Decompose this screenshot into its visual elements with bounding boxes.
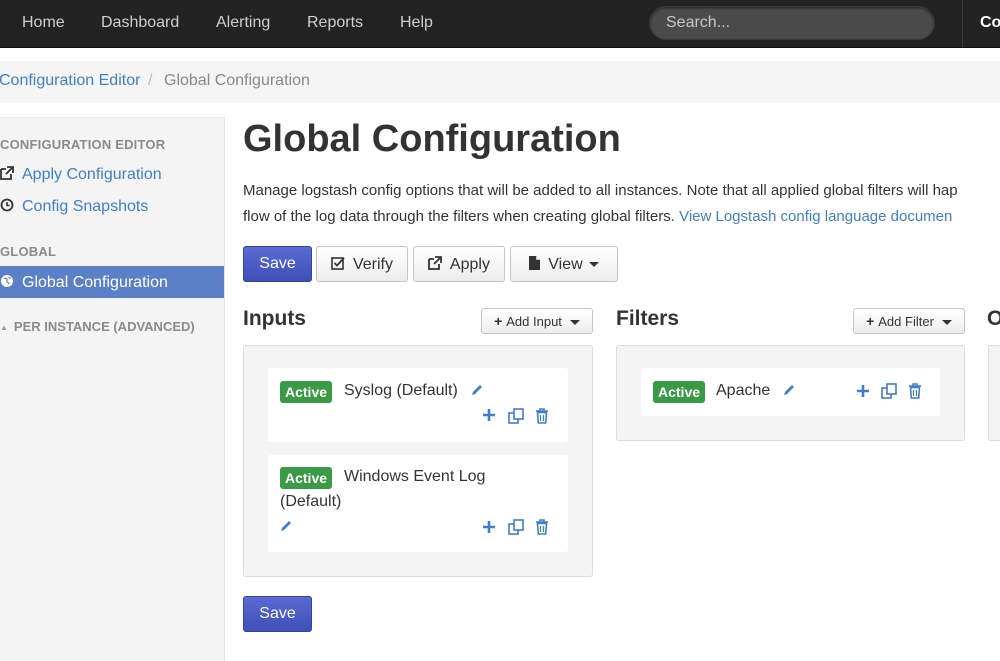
status-badge: Active <box>280 381 333 403</box>
pencil-icon[interactable] <box>279 519 293 537</box>
breadcrumb-current: Global Configuration <box>164 72 310 89</box>
sidebar-item-label: Global Configuration <box>22 274 168 291</box>
copy-icon[interactable] <box>508 519 524 540</box>
apply-button[interactable]: Apply <box>413 246 505 282</box>
nav-home[interactable]: Home <box>22 0 65 47</box>
search-input[interactable]: Search... <box>649 6 935 40</box>
plus-icon[interactable] <box>856 384 870 403</box>
sidebar-heading-global: GLOBAL <box>0 244 57 259</box>
input-card-syslog <box>268 368 568 442</box>
pencil-icon[interactable] <box>782 383 796 401</box>
page-description: Manage logstash config options that will… <box>243 178 1000 230</box>
plus-icon[interactable] <box>482 408 496 427</box>
check-square-icon <box>331 256 349 272</box>
plus-icon[interactable] <box>482 520 496 539</box>
copy-icon[interactable] <box>508 408 524 429</box>
logstash-docs-link[interactable]: View Logstash config language documen <box>679 208 952 225</box>
page-title: Global Configuration <box>243 118 621 160</box>
outputs-panel <box>988 345 1000 441</box>
clock-icon <box>0 191 22 221</box>
status-badge: Active <box>653 381 706 403</box>
nav-divider <box>962 0 963 47</box>
plus-icon: + <box>866 313 875 329</box>
external-link-icon <box>428 256 446 272</box>
chevron-down-icon <box>569 320 580 326</box>
add-input-button[interactable]: + Add Input <box>481 308 593 334</box>
external-link-icon <box>0 159 22 189</box>
filters-title: Filters <box>616 307 680 330</box>
add-filter-button[interactable]: + Add Filter <box>853 308 965 334</box>
view-dropdown-button[interactable]: View <box>510 246 618 282</box>
inputs-title: Inputs <box>243 307 306 330</box>
top-navbar: Home Dashboard Alerting Reports Help Sea… <box>0 0 1000 48</box>
save-button-bottom[interactable]: Save <box>243 596 312 632</box>
sidebar-item-label: Config Snapshots <box>22 198 149 215</box>
nav-user-menu[interactable]: Co <box>980 0 1000 47</box>
sidebar-item-label: Apply Configuration <box>22 166 162 183</box>
pencil-icon[interactable] <box>470 383 484 401</box>
description-line-2: flow of the log data through the filters… <box>243 208 953 225</box>
plugin-name: Apache <box>716 382 771 399</box>
nav-dashboard[interactable]: Dashboard <box>101 0 179 47</box>
trash-icon[interactable] <box>908 383 922 404</box>
outputs-title: O <box>987 307 1000 330</box>
plugin-name-continued: (Default) <box>280 493 342 510</box>
save-button[interactable]: Save <box>243 246 312 282</box>
verify-button[interactable]: Verify <box>316 246 408 282</box>
breadcrumb: Configuration Editor / Global Configurat… <box>0 61 1000 103</box>
globe-icon <box>0 266 22 298</box>
breadcrumb-configuration-editor[interactable]: Configuration Editor <box>0 72 140 90</box>
chevron-right-icon: ▲ <box>0 323 8 332</box>
sidebar-item-apply-configuration[interactable]: Apply Configuration <box>0 159 162 189</box>
plugin-name: Syslog (Default) <box>344 382 458 399</box>
trash-icon[interactable] <box>535 519 549 540</box>
plugin-name: Windows Event Log <box>344 468 486 485</box>
sidebar-item-global-configuration[interactable]: Global Configuration <box>0 266 224 298</box>
breadcrumb-separator: / <box>148 72 153 89</box>
chevron-down-icon <box>588 262 599 268</box>
copy-icon[interactable] <box>881 383 897 404</box>
nav-help[interactable]: Help <box>400 0 433 47</box>
chevron-down-icon <box>941 320 952 326</box>
nav-reports[interactable]: Reports <box>307 0 363 47</box>
status-badge: Active <box>280 467 333 489</box>
sidebar-heading-per-instance[interactable]: ▲ PER INSTANCE (ADVANCED) <box>0 319 195 334</box>
sidebar-item-config-snapshots[interactable]: Config Snapshots <box>0 191 148 221</box>
file-icon <box>529 256 544 272</box>
trash-icon[interactable] <box>535 408 549 429</box>
plus-icon: + <box>494 313 503 329</box>
description-line-1: Manage logstash config options that will… <box>243 182 958 199</box>
nav-alerting[interactable]: Alerting <box>216 0 270 47</box>
sidebar-heading-configuration-editor: CONFIGURATION EDITOR <box>0 137 166 152</box>
